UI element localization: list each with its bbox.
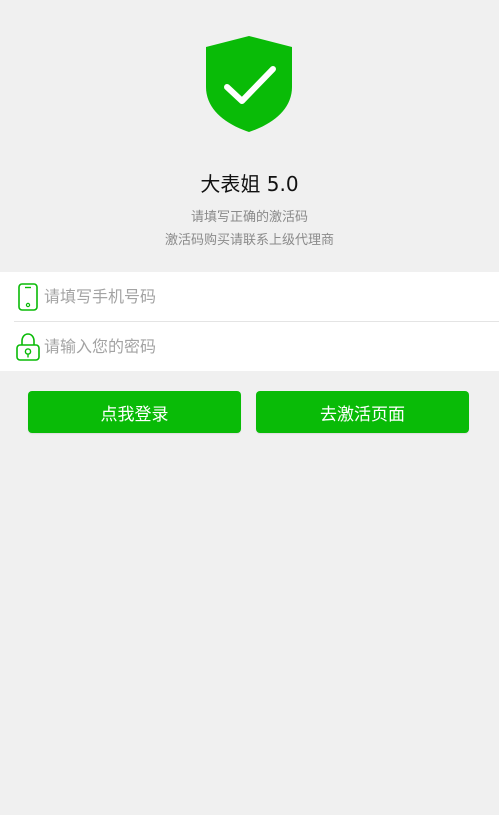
phone-icon (14, 281, 42, 313)
login-form (0, 272, 499, 371)
phone-input[interactable] (44, 281, 489, 312)
activate-page-button[interactable]: 去激活页面 (256, 391, 469, 433)
login-button[interactable]: 点我登录 (28, 391, 241, 433)
phone-row (0, 272, 499, 321)
app-title: 大表姐 5.0 (200, 172, 299, 196)
login-screen: 大表姐 5.0 请填写正确的激活码 激活码购买请联系上级代理商 请填写手机号码 … (0, 0, 499, 815)
subtitle-line-2: 激活码购买请联系上级代理商 (164, 233, 334, 248)
password-row (0, 322, 499, 371)
subtitle-line-1: 请填写正确的激活码 (190, 210, 308, 225)
password-input[interactable] (44, 331, 489, 362)
shield-check-icon (205, 35, 293, 133)
lock-icon (14, 331, 42, 363)
